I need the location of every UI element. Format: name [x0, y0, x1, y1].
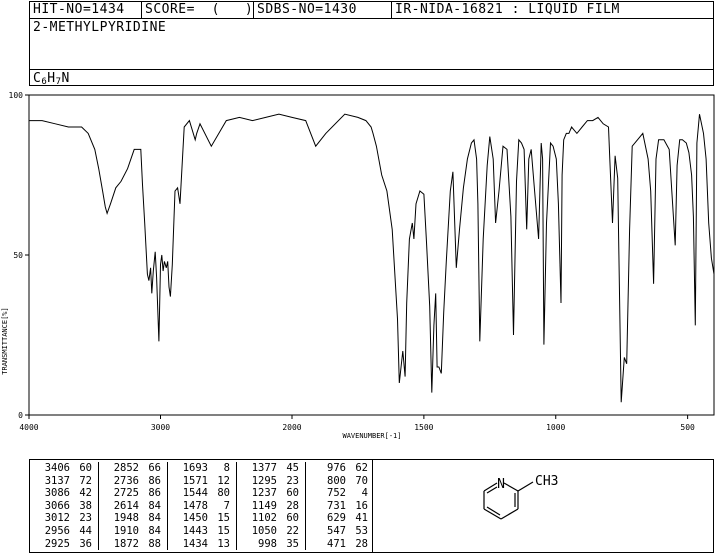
peak-column-5: 976 62 800 70 752 4 731 16 629 41 547 53 471 28 — [305, 462, 372, 550]
peak-column-2: 2852 66 2736 86 2725 86 2614 84 1948 84 1910 8… — [98, 462, 167, 550]
plot-frame — [28, 94, 715, 416]
peak-row: 2925 36 — [44, 537, 92, 550]
peak-row: 3086 42 — [44, 487, 92, 500]
peak-row: 1149 28 — [251, 499, 299, 512]
structure-panel: N CH3 — [373, 459, 714, 553]
peak-row: 1571 12 — [182, 474, 230, 487]
x-tick-label: 1500 — [414, 423, 433, 432]
molecule-structure: N CH3 — [483, 474, 558, 520]
pyridine-ring — [483, 481, 534, 520]
peak-row: 3137 72 — [44, 474, 92, 487]
peak-row: 3066 38 — [44, 499, 92, 512]
peak-row: 1872 88 — [113, 537, 161, 550]
peak-row: 1443 15 — [182, 524, 230, 537]
peak-row: 1434 13 — [182, 537, 230, 550]
methyl-label: CH3 — [535, 474, 558, 489]
x-tick-label: 3000 — [151, 423, 170, 432]
peak-row: 2956 44 — [44, 524, 92, 537]
spectrum-header: HIT-NO=1434 SCORE= ( ) SDBS-NO=1430 IR-N… — [29, 1, 714, 87]
y-axis-label: TRANSMITTANCE[%] — [1, 307, 9, 374]
x-tick-label: 1000 — [546, 423, 565, 432]
peak-table: 3406 60 3137 72 3086 42 3066 38 3012 23 2956 4… — [29, 459, 373, 553]
peak-row: 2614 84 — [113, 499, 161, 512]
peak-row: 752 4 — [327, 487, 368, 500]
peak-row: 1377 45 — [251, 462, 299, 474]
x-axis-label: WAVENUMBER[-1] — [342, 432, 401, 440]
peak-row: 2736 86 — [113, 474, 161, 487]
peak-row: 1478 7 — [182, 499, 230, 512]
y-tick-label: 50 — [13, 251, 23, 260]
nitrogen-label: N — [497, 477, 505, 492]
peak-row: 1693 8 — [182, 462, 230, 474]
spectrum-line — [29, 113, 715, 403]
peak-row: 1295 23 — [251, 474, 299, 487]
header-info-row: HIT-NO=1434 SCORE= ( ) SDBS-NO=1430 IR-N… — [30, 2, 713, 19]
peak-row: 1102 60 — [251, 512, 299, 525]
compound-name: 2-METHYLPYRIDINE — [33, 20, 167, 35]
peak-column-1: 3406 60 3137 72 3086 42 3066 38 3012 23 2956 4… — [30, 462, 98, 550]
peak-column-3: 1693 8 1571 12 1544 80 1478 7 1450 15 1443 15 … — [167, 462, 236, 550]
peak-row: 998 35 — [258, 537, 299, 550]
y-tick-label: 100 — [9, 91, 24, 100]
peak-row: 1237 60 — [251, 487, 299, 500]
peak-column-4: 1377 45 1295 23 1237 60 1149 28 1102 60 1050 2… — [236, 462, 305, 550]
peak-row: 3406 60 — [44, 462, 92, 474]
peak-row: 2725 86 — [113, 487, 161, 500]
peak-row: 1544 80 — [182, 487, 230, 500]
peak-row: 629 41 — [327, 512, 368, 525]
peak-row: 976 62 — [327, 462, 368, 474]
peak-row: 471 28 — [327, 537, 368, 550]
formula-divider — [30, 69, 713, 70]
peak-row: 2852 66 — [113, 462, 161, 474]
sdbs-number: SDBS-NO=1430 — [253, 2, 391, 18]
x-tick-label: 4000 — [19, 423, 38, 432]
peak-row: 3012 23 — [44, 512, 92, 525]
peak-row: 1948 84 — [113, 512, 161, 525]
score: SCORE= ( ) — [141, 2, 253, 18]
peak-row: 1450 15 — [182, 512, 230, 525]
peak-row: 731 16 — [327, 499, 368, 512]
y-axis-ticks: 100 50 0 — [9, 91, 29, 420]
hit-number: HIT-NO=1434 — [33, 2, 125, 17]
peak-row: 1910 84 — [113, 524, 161, 537]
ir-spectrum-chart: 100500 4000 3000 2000 1500 1000 500 WAVENUMBE… — [1, 91, 715, 440]
spectrum-source: IR-NIDA-16821 : LIQUID FILM — [391, 2, 713, 18]
x-tick-label: 2000 — [282, 423, 301, 432]
peak-row: 547 53 — [327, 524, 368, 537]
peak-row: 1050 22 — [251, 524, 299, 537]
peak-row: 800 70 — [327, 474, 368, 487]
x-axis-ticks: 4000 3000 2000 1500 1000 500 — [19, 415, 695, 432]
x-tick-label: 500 — [680, 423, 695, 432]
y-tick-label: 0 — [18, 411, 23, 420]
